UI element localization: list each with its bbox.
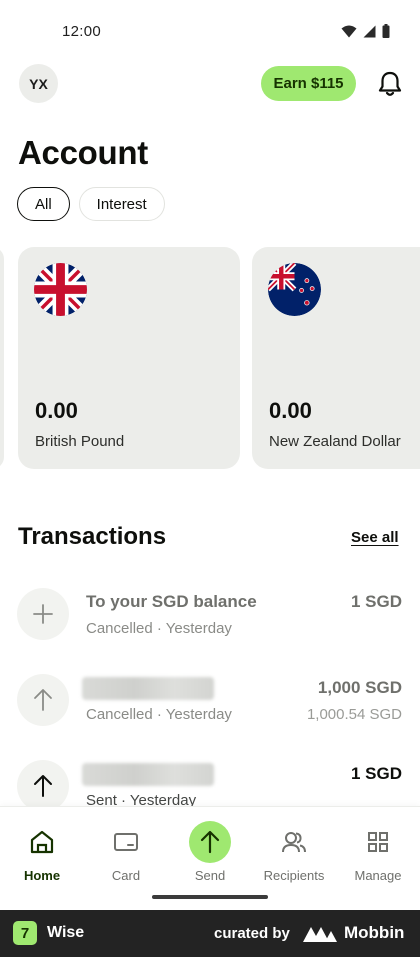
transaction-status: Cancelled · Yesterday (86, 706, 232, 723)
grid-icon (357, 821, 399, 863)
redacted-recipient-name (82, 763, 214, 786)
filter-chips: All Interest (17, 187, 165, 221)
balance-card-nzd[interactable]: 0.00 New Zealand Dollar (252, 247, 420, 469)
chip-all[interactable]: All (17, 187, 70, 221)
footer-bar: 7 Wise curated by Mobbin (0, 910, 420, 957)
balance-card-gbp[interactable]: 0.00 British Pound (18, 247, 240, 469)
balance-currency-name: New Zealand Dollar (269, 433, 401, 450)
earn-referral-button[interactable]: Earn $115 (261, 66, 356, 101)
balance-currency-name: British Pound (35, 433, 125, 450)
recipients-icon (273, 821, 315, 863)
avatar[interactable]: YX (19, 64, 58, 103)
arrow-up-icon (17, 674, 69, 726)
transaction-row[interactable]: To your SGD balance Cancelled · Yesterda… (0, 588, 420, 658)
home-icon (21, 821, 63, 863)
balance-amount: 0.00 (35, 398, 78, 423)
see-all-link[interactable]: See all (351, 529, 399, 546)
transaction-title: To your SGD balance (86, 592, 257, 611)
transactions-title: Transactions (18, 523, 167, 550)
nav-send[interactable]: Send (168, 821, 252, 891)
status-icons (341, 24, 390, 38)
nz-flag-icon (268, 263, 321, 316)
transaction-amount: 1,000 SGD (317, 678, 402, 697)
send-icon (189, 821, 231, 863)
top-bar: YX Earn $115 (0, 64, 420, 104)
card-icon (105, 821, 147, 863)
wise-logo-icon: 7 (13, 921, 37, 945)
previous-balance-card[interactable] (0, 247, 4, 469)
transaction-row[interactable]: Cancelled · Yesterday 1,000 SGD 1,000.54… (0, 674, 420, 744)
page-title: Account (18, 134, 148, 171)
wifi-icon (341, 25, 357, 37)
nav-home[interactable]: Home (0, 821, 84, 891)
balance-carousel[interactable]: 0.00 British Pound 0.00 New Zealand Doll… (0, 247, 420, 469)
balance-amount: 0.00 (269, 398, 312, 423)
nav-label: Card (111, 868, 141, 883)
bell-icon[interactable] (377, 70, 403, 98)
redacted-recipient-name (82, 677, 214, 700)
curated-by-label: curated by (214, 925, 290, 942)
nav-manage[interactable]: Manage (336, 821, 420, 891)
nav-label: Manage (354, 868, 402, 883)
transaction-amount: 1 SGD (350, 764, 402, 783)
nav-label: Home (23, 868, 61, 883)
nav-label: Send (194, 868, 226, 883)
transaction-amount: 1 SGD (350, 592, 402, 611)
nav-card[interactable]: Card (84, 821, 168, 891)
home-indicator (152, 895, 268, 899)
mobbin-logo-icon (303, 927, 337, 942)
status-time: 12:00 (62, 23, 102, 40)
brand-name: Mobbin (344, 923, 405, 942)
arrow-up-icon (17, 760, 69, 812)
chip-interest[interactable]: Interest (78, 187, 165, 221)
transaction-status: Cancelled · Yesterday (86, 620, 232, 637)
app-name: Wise (47, 924, 85, 941)
nav-recipients[interactable]: Recipients (252, 821, 336, 891)
transaction-source-amount: 1,000.54 SGD (306, 706, 402, 723)
plus-icon (17, 588, 69, 640)
signal-icon (363, 25, 376, 37)
uk-flag-icon (34, 263, 87, 316)
battery-icon (382, 24, 390, 38)
status-bar: 12:00 (0, 0, 420, 64)
nav-label: Recipients (263, 868, 325, 883)
